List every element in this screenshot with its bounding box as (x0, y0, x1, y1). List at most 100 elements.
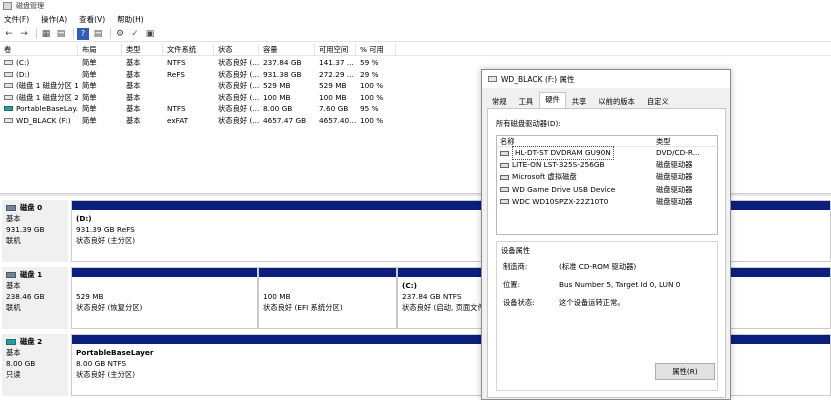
menu-view[interactable]: 查看(V) (79, 14, 105, 25)
window-title: 磁盘管理 (16, 2, 44, 10)
toolbar-separator (36, 28, 37, 39)
cell-status: 状态良好 (... (218, 58, 259, 67)
tab-general[interactable]: 常规 (486, 94, 513, 108)
cell-capacity: 529 MB (263, 81, 291, 90)
disk-status: 联机 (6, 303, 21, 312)
toolbar-separator (110, 28, 111, 39)
partition[interactable]: 100 MB 状态良好 (EFI 系统分区) (258, 267, 397, 329)
disk-type: 基本 (6, 281, 21, 290)
drive-icon (500, 199, 509, 205)
menu-file[interactable]: 文件(F) (4, 14, 29, 25)
col-type[interactable]: 类型 (653, 136, 717, 146)
col-filesystem[interactable]: 文件系统 (163, 44, 214, 55)
col-type[interactable]: 类型 (122, 44, 163, 55)
col-name[interactable]: 名称 (497, 136, 653, 146)
prop-key: 位置: (503, 280, 521, 289)
dialog-title-bar[interactable]: WD_BLACK (F:) 属性 (482, 70, 730, 88)
cell-layout: 简单 (82, 58, 97, 67)
col-percent-free[interactable]: % 可用 (356, 44, 396, 55)
menu-help[interactable]: 帮助(H) (117, 14, 144, 25)
cell-type: 基本 (126, 104, 141, 113)
col-free-space[interactable]: 可用空间 (315, 44, 356, 55)
disk-0-label[interactable]: 磁盘 0 基本 931.39 GB 联机 (2, 200, 68, 262)
disk-type: 基本 (6, 214, 21, 223)
cell-status: 状态良好 (... (218, 69, 259, 79)
list-item[interactable]: WDC WD10SPZX-22Z10T0 磁盘驱动器 (497, 196, 717, 208)
tab-previous-versions[interactable]: 以前的版本 (592, 94, 640, 108)
list-view-icon[interactable]: ▤ (55, 28, 67, 40)
device-type: 磁盘驱动器 (656, 184, 693, 194)
disk-size: 8.00 GB (6, 359, 36, 368)
show-hide-console-icon[interactable]: ▦ (40, 28, 52, 40)
cell-free: 100 MB (319, 92, 347, 102)
tab-sharing[interactable]: 共享 (566, 94, 593, 108)
device-type: 磁盘驱动器 (656, 196, 693, 206)
tab-tools[interactable]: 工具 (513, 94, 540, 108)
device-type: 磁盘驱动器 (656, 172, 693, 182)
disk-2-label[interactable]: 磁盘 2 基本 8.00 GB 只读 (2, 334, 68, 396)
list-item[interactable]: HL-DT-ST DVDRAM GU90N DVD/CD-R... (497, 146, 717, 161)
cell-volume: (D:) (16, 69, 30, 79)
cell-free: 529 MB (319, 81, 347, 90)
cell-layout: 简单 (82, 69, 97, 79)
menu-action[interactable]: 操作(A) (41, 14, 67, 25)
cell-capacity: 4657.47 GB (263, 115, 307, 125)
cell-volume: (磁盘 1 磁盘分区 2) (16, 92, 78, 102)
prop-location: 位置: Bus Number 5, Target Id 0, LUN 0 (503, 280, 680, 290)
title-bar: 磁盘管理 (0, 0, 831, 12)
partition-bar (72, 268, 257, 277)
col-status[interactable]: 状态 (214, 44, 259, 55)
device-type: DVD/CD-R... (656, 148, 700, 157)
drive-icon (500, 174, 509, 180)
disk-type: 基本 (6, 348, 21, 357)
cell-layout: 简单 (82, 92, 97, 102)
drive-icon (4, 117, 13, 123)
cell-percent: 95 % (360, 104, 379, 113)
forward-arrow-icon[interactable]: → (18, 28, 30, 40)
col-layout[interactable]: 布局 (78, 44, 122, 55)
disk-management-icon (3, 2, 12, 10)
tab-customize[interactable]: 自定义 (641, 94, 675, 108)
prop-value: (标准 CD-ROM 驱动器) (559, 262, 637, 271)
disk-size: 238.46 GB (6, 292, 45, 301)
connect-icon[interactable]: ⚙ (114, 28, 126, 40)
prop-key: 制造商: (503, 262, 528, 271)
cell-free: 4657.40... (319, 115, 356, 125)
list-item[interactable]: LITE-ON LST-325S-256GB 磁盘驱动器 (497, 159, 717, 171)
cell-type: 基本 (126, 58, 141, 67)
device-name: HL-DT-ST DVDRAM GU90N (512, 146, 614, 161)
properties-icon[interactable]: ▤ (92, 28, 104, 40)
device-list[interactable]: 名称 类型 HL-DT-ST DVDRAM GU90N DVD/CD-R... … (496, 135, 718, 235)
list-item[interactable]: Microsoft 虚拟磁盘 磁盘驱动器 (497, 171, 717, 183)
cell-percent: 29 % (360, 69, 379, 79)
drive-icon (4, 94, 13, 100)
check-icon[interactable]: ✓ (129, 28, 141, 40)
prop-value: 这个设备运转正常。 (559, 298, 625, 307)
device-type: 磁盘驱动器 (656, 160, 693, 170)
menu-bar: 文件(F) 操作(A) 查看(V) 帮助(H) (0, 12, 831, 26)
tab-hardware[interactable]: 硬件 (539, 92, 566, 108)
list-item[interactable]: WD Game Drive USB Device 磁盘驱动器 (497, 184, 717, 196)
details-icon[interactable]: ▣ (144, 28, 156, 40)
all-drives-label: 所有磁盘驱动器(D): (496, 119, 561, 128)
disk-status: 联机 (6, 236, 21, 245)
cell-free: 7.60 GB (319, 104, 349, 113)
partition-bar (259, 268, 396, 277)
cell-filesystem: NTFS (167, 58, 186, 67)
partition-title: (C:) (402, 281, 417, 290)
col-volume[interactable]: 卷 (0, 44, 78, 55)
partition-title: PortableBaseLayer (76, 348, 154, 357)
cell-layout: 简单 (82, 81, 97, 90)
optical-drive-icon (500, 150, 509, 156)
cell-capacity: 931.38 GB (263, 69, 302, 79)
partition[interactable]: 529 MB 状态良好 (恢复分区) (71, 267, 258, 329)
table-row[interactable]: (C:) 简单 基本 NTFS 状态良好 (... 237.84 GB 141.… (0, 57, 831, 69)
col-capacity[interactable]: 容量 (259, 44, 315, 55)
back-arrow-icon[interactable]: ← (3, 28, 15, 40)
help-icon[interactable]: ? (77, 27, 89, 40)
properties-button[interactable]: 属性(R) (655, 363, 715, 380)
disk-1-label[interactable]: 磁盘 1 基本 238.46 GB 联机 (2, 267, 68, 329)
disk-name: 磁盘 1 (20, 270, 43, 279)
cell-percent: 100 % (360, 115, 384, 125)
prop-device-status: 设备状态: 这个设备运转正常。 (503, 298, 625, 308)
